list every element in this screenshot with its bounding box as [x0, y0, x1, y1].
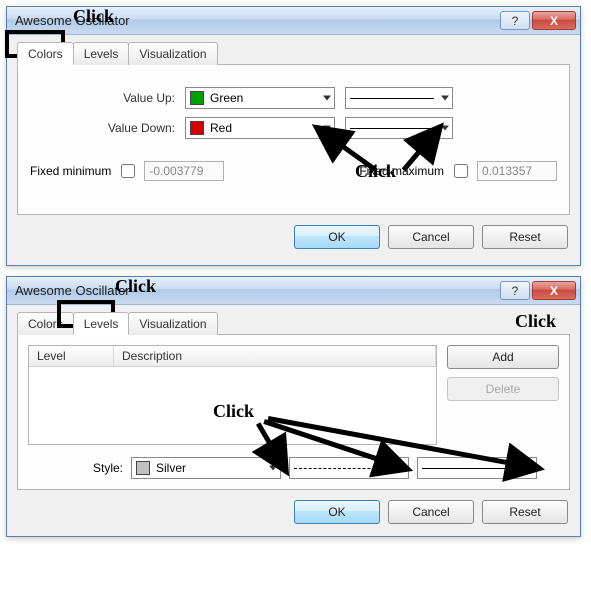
table-header: Level Description — [29, 346, 436, 367]
fixed-max-input[interactable] — [477, 161, 557, 181]
chevron-down-icon — [323, 126, 331, 131]
dialog-levels: Awesome Oscillator ? X Colors Levels Vis… — [6, 276, 581, 537]
button-row: OK Cancel Reset — [17, 490, 570, 526]
line-dashed-icon — [294, 468, 390, 469]
titlebar[interactable]: Awesome Oscillator ? X — [7, 277, 580, 305]
cancel-button[interactable]: Cancel — [388, 225, 474, 249]
line-solid-icon — [350, 128, 434, 129]
value-up-color-text: Green — [210, 91, 243, 105]
titlebar[interactable]: Awesome Oscillator ? X — [7, 7, 580, 35]
col-level[interactable]: Level — [29, 346, 114, 366]
line-solid-icon — [422, 468, 518, 469]
chevron-down-icon — [397, 466, 405, 471]
ok-button[interactable]: OK — [294, 225, 380, 249]
tab-levels[interactable]: Levels — [73, 312, 130, 335]
tab-visualization[interactable]: Visualization — [128, 42, 217, 65]
value-down-line-combo[interactable] — [345, 117, 453, 139]
fixed-min-input[interactable] — [144, 161, 224, 181]
close-icon: X — [550, 284, 558, 298]
reset-button[interactable]: Reset — [482, 225, 568, 249]
window-title: Awesome Oscillator — [15, 13, 498, 28]
tab-levels[interactable]: Levels — [73, 42, 130, 65]
style-label: Style: — [28, 461, 123, 475]
close-button[interactable]: X — [532, 281, 576, 300]
help-button[interactable]: ? — [500, 11, 530, 30]
chevron-down-icon — [323, 96, 331, 101]
value-down-label: Value Down: — [30, 121, 175, 135]
levels-table[interactable]: Level Description — [28, 345, 437, 445]
chevron-down-icon — [441, 126, 449, 131]
tab-visualization[interactable]: Visualization — [128, 312, 217, 335]
value-down-color-combo[interactable]: Red — [185, 117, 335, 139]
fixed-max-checkbox[interactable] — [454, 164, 468, 178]
delete-button: Delete — [447, 377, 559, 401]
cancel-button[interactable]: Cancel — [388, 500, 474, 524]
style-color-text: Silver — [156, 461, 186, 475]
levels-panel: Level Description Add Delete Style: Silv… — [17, 335, 570, 490]
red-swatch-icon — [190, 121, 204, 135]
reset-button[interactable]: Reset — [482, 500, 568, 524]
help-button[interactable]: ? — [500, 281, 530, 300]
tab-colors[interactable]: Colors — [17, 312, 74, 335]
fixed-min-checkbox[interactable] — [121, 164, 135, 178]
fixed-max-label: Fixed maximum — [359, 164, 444, 178]
value-up-line-combo[interactable] — [345, 87, 453, 109]
value-down-color-text: Red — [210, 121, 232, 135]
value-up-color-combo[interactable]: Green — [185, 87, 335, 109]
tab-colors[interactable]: Colors — [17, 42, 74, 65]
button-row: OK Cancel Reset — [17, 215, 570, 251]
tabs: Colors Levels Visualization — [17, 41, 570, 65]
chevron-down-icon — [269, 466, 277, 471]
ok-button[interactable]: OK — [294, 500, 380, 524]
line-solid-icon — [350, 98, 434, 99]
silver-swatch-icon — [136, 461, 150, 475]
colors-panel: Value Up: Green Value Down: Red — [17, 65, 570, 215]
window-title: Awesome Oscillator — [15, 283, 498, 298]
green-swatch-icon — [190, 91, 204, 105]
add-button[interactable]: Add — [447, 345, 559, 369]
help-icon: ? — [512, 284, 519, 298]
close-icon: X — [550, 14, 558, 28]
help-icon: ? — [512, 14, 519, 28]
levels-side-buttons: Add Delete — [447, 345, 559, 445]
style-pattern-combo[interactable] — [289, 457, 409, 479]
value-up-label: Value Up: — [30, 91, 175, 105]
chevron-down-icon — [441, 96, 449, 101]
col-description[interactable]: Description — [114, 346, 436, 366]
tabs: Colors Levels Visualization — [17, 311, 570, 335]
style-color-combo[interactable]: Silver — [131, 457, 281, 479]
dialog-colors: Awesome Oscillator ? X Colors Levels Vis… — [6, 6, 581, 266]
chevron-down-icon — [525, 466, 533, 471]
fixed-min-label: Fixed minimum — [30, 164, 111, 178]
style-width-combo[interactable] — [417, 457, 537, 479]
close-button[interactable]: X — [532, 11, 576, 30]
